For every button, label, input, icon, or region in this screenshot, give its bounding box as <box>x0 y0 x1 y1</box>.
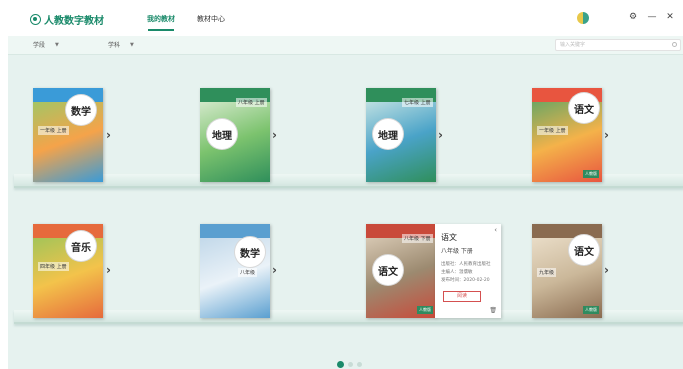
book-subject-label: 数学 <box>65 94 97 126</box>
book-grade-label: 一年级 上册 <box>537 126 568 135</box>
book-geography-grade8[interactable]: 地理 八年级 上册 <box>200 88 270 182</box>
book-math-grade1[interactable]: 数学 一年级 上册 <box>33 88 103 182</box>
chevron-right-icon[interactable]: › <box>438 128 443 142</box>
edition-badge: 人教版 <box>583 170 599 178</box>
settings-icon[interactable]: ⚙ <box>628 12 638 22</box>
book-grade-label: 四年级 上册 <box>38 262 69 271</box>
chevron-down-icon: ▼ <box>130 41 134 48</box>
subject-filter[interactable]: 学科 ▼ <box>108 40 134 50</box>
book-chinese-grade9[interactable]: 语文 九年级 人教版 <box>532 224 602 318</box>
book-grade-label: 九年级 <box>537 268 557 277</box>
book-grade-label: 八年级 下册 <box>402 234 433 243</box>
book-grade-label: 八年级 上册 <box>236 98 267 107</box>
book-grade-label: 七年级 上册 <box>402 98 433 107</box>
edition-badge: 人教版 <box>417 306 433 314</box>
book-subject-label: 语文 <box>568 234 600 266</box>
page-dot-3[interactable] <box>357 362 362 367</box>
book-subject-label: 地理 <box>206 118 238 150</box>
close-icon[interactable]: ✕ <box>665 12 675 22</box>
subject-filter-label: 学科 <box>108 42 121 49</box>
filter-bar: 学段 ▼ 学科 ▼ 输入关键字 <box>8 36 683 54</box>
app-title: 人教数字教材 <box>44 15 104 27</box>
book-grade-label: 一年级 上册 <box>38 126 69 135</box>
page-dot-2[interactable] <box>348 362 353 367</box>
book-subject-label: 音乐 <box>65 230 97 262</box>
book-music-grade4[interactable]: 音乐 四年级 上册 <box>33 224 103 318</box>
cover-stripe <box>200 224 270 238</box>
stage-filter-label: 学段 <box>33 42 46 49</box>
book-chinese-grade8-selected[interactable]: 语文 八年级 下册 人教版 <box>366 224 436 318</box>
detail-publisher: 出版社：人民教育出版社 <box>441 262 491 267</box>
trash-icon[interactable]: 🗑 <box>489 307 497 314</box>
active-tab-indicator <box>148 29 174 31</box>
chevron-right-icon[interactable]: › <box>106 263 111 277</box>
logo-icon <box>30 13 41 25</box>
chevron-down-icon: ▼ <box>55 41 59 48</box>
search-icon <box>672 42 677 47</box>
bookshelf-area: 学段 ▼ 学科 ▼ 输入关键字 <box>8 36 683 369</box>
book-grade-label: 八年级 <box>238 268 258 277</box>
book-math-grade8[interactable]: 数学 八年级 <box>200 224 270 318</box>
chevron-right-icon[interactable]: › <box>272 263 277 277</box>
filter-divider <box>8 54 683 55</box>
stage-filter[interactable]: 学段 ▼ <box>33 40 59 50</box>
app-logo: 人教数字教材 <box>30 11 104 27</box>
user-avatar[interactable] <box>577 12 589 24</box>
book-subject-label: 数学 <box>234 236 266 268</box>
detail-date: 发布时间：2020-02-20 <box>441 278 490 283</box>
search-input[interactable]: 输入关键字 <box>555 39 681 51</box>
edition-badge: 人教版 <box>583 306 599 314</box>
book-chinese-grade1[interactable]: 语文 一年级 上册 人教版 <box>532 88 602 182</box>
book-subject-label: 地理 <box>372 118 404 150</box>
tab-textbook-center[interactable]: 教材中心 <box>197 14 225 24</box>
book-subject-label: 语文 <box>568 92 600 124</box>
detail-title: 语文 <box>441 233 457 242</box>
detail-editor: 主编人：温儒敏 <box>441 270 473 275</box>
page-dot-1[interactable] <box>337 361 344 368</box>
read-button[interactable]: 阅读 <box>443 291 481 302</box>
book-geography-grade7[interactable]: 地理 七年级 上册 <box>366 88 436 182</box>
book-detail-card: ‹ 语文 八年级 下册 出版社：人民教育出版社 主编人：温儒敏 发布时间：202… <box>435 224 501 318</box>
tab-my-textbooks[interactable]: 我的教材 <box>147 14 175 24</box>
chevron-right-icon[interactable]: › <box>272 128 277 142</box>
detail-subtitle: 八年级 下册 <box>441 248 473 255</box>
chevron-right-icon[interactable]: › <box>604 263 609 277</box>
title-bar: 人教数字教材 我的教材 教材中心 ⚙ — ✕ <box>0 0 683 36</box>
minimize-icon[interactable]: — <box>647 12 657 22</box>
chevron-left-icon[interactable]: ‹ <box>494 226 497 234</box>
book-subject-label: 语文 <box>372 254 404 286</box>
chevron-right-icon[interactable]: › <box>604 128 609 142</box>
search-placeholder: 输入关键字 <box>560 42 586 48</box>
chevron-right-icon[interactable]: › <box>106 128 111 142</box>
